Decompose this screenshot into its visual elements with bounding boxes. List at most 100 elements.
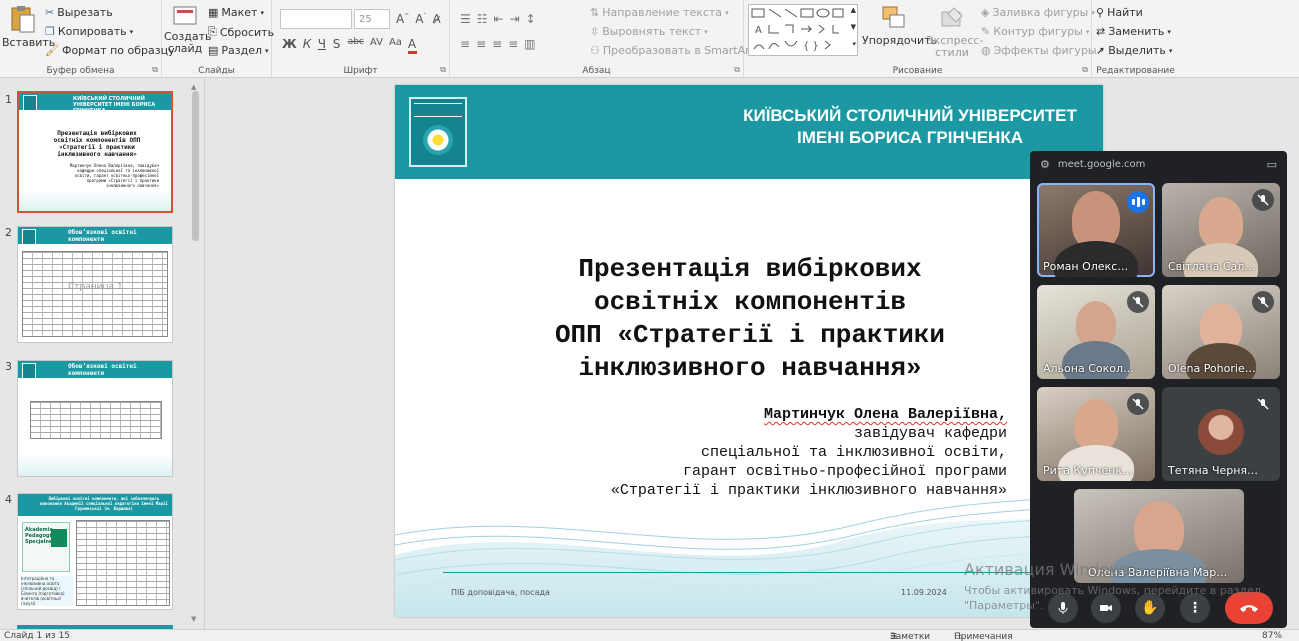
reset-button[interactable]: ⎘ Сбросить	[208, 25, 274, 39]
participant-name: Роман Олекс…	[1043, 260, 1129, 273]
align-center-icon[interactable]: ≡	[476, 37, 486, 51]
slide-thumbnail-1[interactable]: КИЇВСЬКИЙ СТОЛИЧНИЙ УНІВЕРСИТЕТ ІМЕНІ БО…	[17, 91, 173, 213]
shrink-font-icon[interactable]: Aˇ	[415, 12, 426, 26]
shape-effects-button[interactable]: ◍ Эффекты фигуры ▾	[981, 44, 1103, 57]
paste-button[interactable]: Вставить	[2, 4, 55, 49]
thumb-title: Обов’язкові освітні компоненти	[68, 229, 137, 243]
replace-button[interactable]: ⇄ Заменить ▾	[1096, 25, 1171, 38]
site-settings-icon[interactable]: ⚙	[1040, 158, 1050, 171]
smartart-label: Преобразовать в SmartArt	[602, 44, 754, 57]
dialog-launcher-icon[interactable]: ⧉	[152, 65, 158, 75]
participant-name: Олена Валеріївна Мар…	[1088, 566, 1228, 579]
bullets-icon[interactable]: ☰	[460, 12, 471, 26]
mic-off-icon	[1252, 291, 1274, 313]
justify-icon[interactable]: ≡	[508, 37, 518, 51]
scrollbar-thumb[interactable]	[192, 91, 199, 241]
find-button[interactable]: ⚲ Найти	[1096, 6, 1143, 19]
case-button[interactable]: Aa	[389, 37, 402, 54]
indent-increase-icon[interactable]: ⇥	[510, 12, 520, 26]
text-direction-button[interactable]: ⇅ Направление текста ▾	[590, 6, 729, 19]
chevron-down-icon: ▾	[1085, 27, 1090, 36]
copy-button[interactable]: ❐ Копировать ▾	[45, 25, 133, 38]
author-line: спеціальної та інклюзивної освіти,	[700, 444, 1007, 461]
cut-button[interactable]: ✂ Вырезать	[45, 6, 113, 19]
align-right-icon[interactable]: ≡	[492, 37, 502, 51]
dialog-launcher-icon[interactable]: ⧉	[440, 65, 446, 75]
participant-name: Світлана Сал…	[1168, 260, 1256, 273]
quick-styles-button[interactable]: Экспресс- стили	[926, 4, 983, 59]
participant-tile[interactable]: Роман Олекс…	[1037, 183, 1155, 277]
footer-presenter: ПІБ доповідача, посада	[451, 588, 550, 597]
smartart-button[interactable]: ⚇Преобразовать в SmartArt▾	[590, 44, 760, 57]
section-button[interactable]: ▤ Раздел ▾	[208, 44, 269, 57]
camera-button[interactable]	[1091, 593, 1121, 623]
participant-tile[interactable]: Olena Pohorie…	[1162, 285, 1280, 379]
participant-tile[interactable]: Альона Сокол…	[1037, 285, 1155, 379]
align-left-icon[interactable]: ≡	[460, 37, 470, 51]
drawing-group-label: Рисование	[892, 66, 943, 76]
grow-font-icon[interactable]: A^	[396, 12, 409, 26]
scroll-down-icon[interactable]: ▼	[191, 615, 196, 623]
new-slide-button[interactable]: Создать слайд	[164, 4, 212, 55]
thumbnail-scrollbar[interactable]: ▲ ▼	[191, 83, 200, 623]
slide-author-block[interactable]: Мартинчук Олена Валеріївна, завідувач ка…	[611, 405, 1007, 500]
dialog-launcher-icon[interactable]: ⧉	[1082, 65, 1088, 75]
select-button[interactable]: ➚ Выделить ▾	[1096, 44, 1172, 57]
shape-effects-label: Эффекты фигуры	[993, 44, 1097, 57]
italic-button[interactable]: К	[303, 37, 312, 54]
raise-hand-button[interactable]: ✋	[1135, 593, 1165, 623]
participant-tile[interactable]: Світлана Сал…	[1162, 183, 1280, 277]
slide-thumbnail-2[interactable]: Обов’язкові освітні компоненти Страница …	[17, 226, 173, 343]
self-view-tile[interactable]: Олена Валеріївна Мар…	[1074, 489, 1244, 583]
indent-decrease-icon[interactable]: ⇤	[494, 12, 504, 26]
font-color-icon[interactable]: A	[407, 37, 417, 54]
shape-fill-button[interactable]: ◈ Заливка фигуры ▾	[981, 6, 1095, 19]
notes-label: Заметки	[890, 632, 931, 641]
section-icon: ▤	[208, 44, 219, 57]
scroll-down-icon[interactable]: ▼	[851, 23, 856, 31]
new-slide-icon	[173, 6, 197, 25]
format-painter-button[interactable]: 🖌 Формат по образцу	[45, 44, 175, 57]
meet-pip-window[interactable]: ⚙ meet.google.com ▭ Роман Олекс… Світлан…	[1030, 151, 1287, 628]
shape-outline-button[interactable]: ✎ Контур фигуры ▾	[981, 25, 1089, 38]
slide-title[interactable]: Презентація вибіркових освітніх компонен…	[495, 253, 1005, 385]
align-text-button[interactable]: ⇳ Выровнять текст ▾	[590, 25, 708, 38]
chevron-down-icon: ▾	[129, 27, 134, 36]
arrange-button[interactable]: Упорядочить	[862, 4, 937, 47]
university-logo-icon	[22, 229, 36, 245]
numbering-icon[interactable]: ☷	[477, 12, 488, 26]
font-name-box[interactable]	[280, 9, 352, 29]
layout-icon: ▦	[208, 6, 219, 19]
underline-button[interactable]: Ч	[318, 37, 327, 54]
line-spacing-icon[interactable]: ↕	[526, 12, 536, 26]
font-size-box[interactable]: 25	[354, 9, 390, 29]
scroll-up-icon[interactable]: ▲	[851, 6, 856, 14]
microphone-button[interactable]	[1048, 593, 1078, 623]
scroll-up-icon[interactable]: ▲	[191, 83, 196, 91]
layout-button[interactable]: ▦ Макет ▾	[208, 6, 264, 19]
slide-number: 4	[5, 493, 12, 506]
footer-date: 11.09.2024	[901, 588, 947, 597]
more-options-button[interactable]: ⋮	[1180, 593, 1210, 623]
svg-text:{ }: { }	[803, 41, 819, 52]
slide-canvas[interactable]: КИЇВСЬКИЙ СТОЛИЧНИЙ УНІВЕРСИТЕТ ІМЕНІ БО…	[395, 85, 1103, 617]
end-call-button[interactable]	[1225, 592, 1273, 624]
chevron-down-icon: ▾	[704, 27, 708, 36]
spacing-button[interactable]: AV	[370, 37, 383, 54]
slide-thumbnail-4[interactable]: Вибіркові освітні компоненти, які забезп…	[17, 493, 173, 610]
zoom-level[interactable]: 87%	[1262, 631, 1282, 641]
shapes-gallery[interactable]: A { } ▲ ▼ ▾	[748, 4, 858, 56]
bold-button[interactable]: Ж	[282, 37, 297, 54]
clear-format-icon[interactable]: A̷	[432, 12, 441, 26]
font-size-value: 25	[359, 13, 372, 25]
clipboard-group-label: Буфер обмена	[46, 66, 115, 76]
back-to-tab-icon[interactable]: ▭	[1267, 158, 1277, 171]
more-icon[interactable]: ▾	[852, 40, 856, 48]
slide-thumbnail-3[interactable]: Обов’язкові освітні компоненти	[17, 360, 173, 477]
shadow-button[interactable]: S	[333, 37, 342, 54]
participant-tile[interactable]: Рита Купченк…	[1037, 387, 1155, 481]
columns-icon[interactable]: ▥	[524, 37, 535, 51]
strikethrough-button[interactable]: abc	[348, 37, 364, 54]
dialog-launcher-icon[interactable]: ⧉	[734, 65, 740, 75]
participant-tile[interactable]: Тетяна Черня…	[1162, 387, 1280, 481]
